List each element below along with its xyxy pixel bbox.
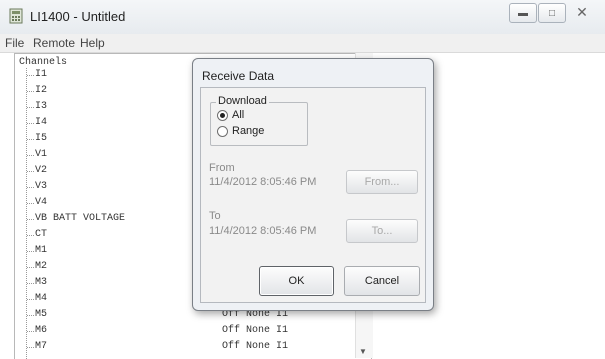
tree-item-label[interactable]: M3	[35, 277, 47, 288]
minimize-icon: ▬	[518, 7, 528, 19]
from-button[interactable]: From...	[346, 170, 418, 194]
tree-item-label[interactable]: M4	[35, 293, 47, 304]
tree-connector	[27, 155, 34, 156]
scroll-down-icon[interactable]: ▼	[359, 347, 367, 356]
tree-item-label[interactable]: M7	[35, 341, 47, 352]
tree-item-label[interactable]: VB BATT VOLTAGE	[35, 213, 125, 224]
tree-connector	[27, 203, 34, 204]
tree-item-label[interactable]: V4	[35, 197, 47, 208]
minimize-button[interactable]: ▬	[509, 3, 537, 23]
window-title: LI1400 - Untitled	[30, 9, 126, 24]
tree-connector	[27, 267, 34, 268]
tree-item-label[interactable]: M2	[35, 261, 47, 272]
tree-connector	[27, 91, 34, 92]
radio-range[interactable]: Range	[217, 124, 264, 138]
to-button[interactable]: To...	[346, 219, 418, 243]
tree-item-label[interactable]: V3	[35, 181, 47, 192]
tree-item-label[interactable]: I2	[35, 85, 47, 96]
tree-connector	[27, 187, 34, 188]
to-label: To	[209, 210, 221, 222]
dialog-title: Receive Data	[202, 69, 275, 83]
tree-item-label[interactable]: M6	[35, 325, 47, 336]
tree-item-status: Off None I1	[222, 325, 289, 336]
tree-connector	[27, 123, 34, 124]
tree-item-label[interactable]: M1	[35, 245, 47, 256]
to-value: 11/4/2012 8:05:46 PM	[209, 225, 317, 237]
menu-file[interactable]: File	[5, 36, 24, 50]
tree-item-label[interactable]: V1	[35, 149, 47, 160]
receive-data-dialog: Receive Data Download All Range From 11/…	[192, 58, 434, 311]
window-controls: ▬ □ ✕	[509, 3, 597, 23]
tree-connector	[27, 347, 34, 348]
tree-item-label[interactable]: I5	[35, 133, 47, 144]
tree-connector	[27, 235, 34, 236]
from-value: 11/4/2012 8:05:46 PM	[209, 176, 317, 188]
tree-item-label[interactable]: M5	[35, 309, 47, 320]
tree-item-label[interactable]: CT	[35, 229, 47, 240]
tree-connector	[27, 331, 34, 332]
download-groupbox: Download All Range	[210, 95, 308, 146]
tree-item[interactable]: M5 Off None I1	[15, 309, 365, 323]
tree-item-label[interactable]: I1	[35, 69, 47, 80]
tree-connector	[27, 171, 34, 172]
close-button[interactable]: ✕	[567, 3, 597, 21]
tree-connector	[27, 139, 34, 140]
from-label: From	[209, 162, 235, 174]
radio-all-label[interactable]: All	[232, 109, 244, 121]
ok-button[interactable]: OK	[259, 266, 334, 296]
maximize-button[interactable]: □	[538, 3, 566, 23]
tree-item-label[interactable]: V2	[35, 165, 47, 176]
tree-item[interactable]: M7 Off None I1	[15, 341, 365, 355]
radio-range-indicator[interactable]	[217, 125, 228, 137]
radio-all[interactable]: All	[217, 108, 244, 122]
maximize-icon: □	[548, 7, 556, 19]
radio-range-label[interactable]: Range	[232, 125, 264, 137]
tree-connector	[27, 107, 34, 108]
cancel-button[interactable]: Cancel	[344, 266, 420, 296]
tree-item[interactable]: M6 Off None I1	[15, 325, 365, 339]
tree-item-label[interactable]: I4	[35, 117, 47, 128]
tree-connector	[27, 251, 34, 252]
tree-connector	[27, 219, 34, 220]
dialog-body: Download All Range From 11/4/2012 8:05:4…	[200, 87, 426, 303]
radio-all-indicator[interactable]	[217, 109, 228, 121]
title-bar: LI1400 - Untitled ▬ □ ✕	[0, 0, 605, 35]
tree-connector	[27, 75, 34, 76]
menu-remote[interactable]: Remote	[33, 36, 75, 50]
tree-connector	[27, 283, 34, 284]
tree-item-status: Off None I1	[222, 341, 289, 352]
tree-item-label[interactable]: I3	[35, 101, 47, 112]
tree-connector	[27, 299, 34, 300]
tree-root-channels[interactable]: Channels	[19, 57, 67, 68]
menu-help[interactable]: Help	[80, 36, 105, 50]
menu-bar: File Remote Help	[0, 34, 605, 53]
download-legend: Download	[216, 95, 269, 107]
close-icon: ✕	[576, 3, 588, 20]
app-icon	[9, 8, 23, 24]
tree-connector	[27, 315, 34, 316]
